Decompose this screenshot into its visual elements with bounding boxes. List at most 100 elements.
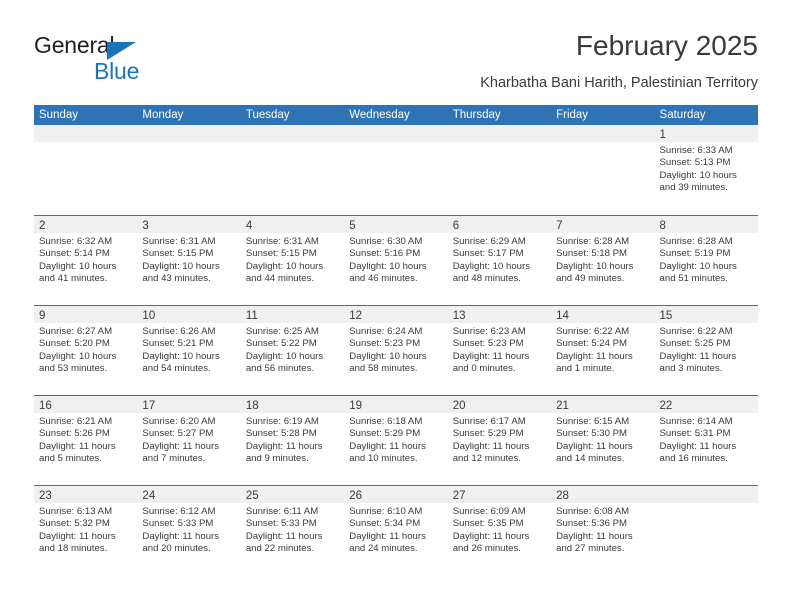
day-number-band: 24 [137, 486, 241, 503]
day-sun-info: Sunrise: 6:31 AM Sunset: 5:15 PM Daylight:… [137, 233, 240, 286]
calendar-day-cell[interactable]: 7 Sunrise: 6:28 AM Sunset: 5:18 PM Daylight… [551, 216, 655, 305]
calendar-day-cell[interactable]: 20 Sunrise: 6:17 AM Sunset: 5:29 PM Dayligh… [447, 396, 552, 485]
calendar-day-cell[interactable]: 25 Sunrise: 6:11 AM Sunset: 5:33 PM Dayligh… [240, 486, 345, 575]
logo-text-blue: Blue [94, 58, 140, 84]
page-subtitle: Kharbatha Bani Harith, Palestinian Terri… [480, 75, 758, 91]
calendar-day-cell[interactable]: 17 Sunrise: 6:20 AM Sunset: 5:27 PM Dayligh… [137, 396, 241, 485]
calendar-day-cell[interactable]: 10 Sunrise: 6:26 AM Sunset: 5:21 PM Dayligh… [137, 306, 241, 395]
calendar-day-cell[interactable]: 1 Sunrise: 6:33 AM Sunset: 5:13 PM Daylight… [654, 125, 758, 215]
sunrise-text: Sunrise: 6:22 AM [556, 326, 630, 337]
daylight-text: Daylight: 10 hours and 44 minutes. [245, 260, 324, 285]
calendar-day-cell[interactable]: 26 Sunrise: 6:10 AM Sunset: 5:34 PM Dayligh… [344, 486, 448, 575]
day-number: 13 [452, 310, 466, 322]
calendar-week-row: 16 Sunrise: 6:21 AM Sunset: 5:26 PM Dayligh… [34, 395, 758, 485]
calendar-day-cell[interactable]: 23 Sunrise: 6:13 AM Sunset: 5:32 PM Dayligh… [34, 486, 138, 575]
day-sun-info: Sunrise: 6:24 AM Sunset: 5:23 PM Daylight:… [344, 323, 447, 376]
calendar-day-cell[interactable]: 15 Sunrise: 6:22 AM Sunset: 5:25 PM Dayligh… [654, 306, 758, 395]
calendar-day-cell[interactable]: 4 Sunrise: 6:31 AM Sunset: 5:15 PM Daylight… [240, 216, 345, 305]
sunrise-text: Sunrise: 6:18 AM [349, 416, 423, 427]
day-number-band: 16 [34, 396, 138, 413]
weekday-header-wednesday: Wednesday [349, 109, 410, 121]
day-number-band: 27 [447, 486, 552, 503]
day-number-band: 22 [654, 396, 758, 413]
day-sun-info: Sunrise: 6:17 AM Sunset: 5:29 PM Daylight:… [448, 413, 551, 466]
calendar-day-cell[interactable]: 5 Sunrise: 6:30 AM Sunset: 5:16 PM Daylight… [344, 216, 448, 305]
day-sun-info: Sunrise: 6:27 AM Sunset: 5:20 PM Daylight:… [34, 323, 137, 376]
daylight-text: Daylight: 11 hours and 18 minutes. [39, 530, 116, 555]
daylight-text: Daylight: 10 hours and 43 minutes. [142, 260, 220, 285]
calendar-day-cell[interactable]: 6 Sunrise: 6:29 AM Sunset: 5:17 PM Daylight… [447, 216, 552, 305]
sunrise-text: Sunrise: 6:10 AM [349, 506, 423, 517]
sunrise-text: Sunrise: 6:28 AM [556, 236, 630, 247]
day-sun-info: Sunrise: 6:23 AM Sunset: 5:23 PM Daylight:… [448, 323, 551, 376]
sunset-text: Sunset: 5:28 PM [245, 428, 317, 440]
calendar-day-cell[interactable]: 12 Sunrise: 6:24 AM Sunset: 5:23 PM Dayligh… [344, 306, 448, 395]
calendar-day-cell[interactable]: 27 Sunrise: 6:09 AM Sunset: 5:35 PM Dayligh… [447, 486, 552, 575]
calendar-day-cell[interactable]: 21 Sunrise: 6:15 AM Sunset: 5:30 PM Dayligh… [551, 396, 655, 485]
calendar-grid: Sunday Monday Tuesday Wednesday Thursday… [34, 105, 758, 575]
daylight-text: Daylight: 11 hours and 24 minutes. [349, 530, 426, 555]
calendar-day-cell[interactable]: 19 Sunrise: 6:18 AM Sunset: 5:29 PM Dayligh… [344, 396, 448, 485]
sunrise-text: Sunrise: 6:31 AM [245, 236, 319, 247]
sunset-text: Sunset: 5:19 PM [659, 248, 731, 260]
daylight-text: Daylight: 10 hours and 54 minutes. [142, 350, 220, 375]
day-number: 8 [659, 220, 666, 232]
calendar-day-cell[interactable]: 13 Sunrise: 6:23 AM Sunset: 5:23 PM Dayligh… [447, 306, 552, 395]
calendar-day-cell[interactable]: 11 Sunrise: 6:25 AM Sunset: 5:22 PM Dayligh… [240, 306, 345, 395]
sunrise-text: Sunrise: 6:25 AM [245, 326, 319, 337]
weekday-header-sunday: Sunday [39, 109, 79, 121]
calendar-week-row: 23 Sunrise: 6:13 AM Sunset: 5:32 PM Dayligh… [34, 485, 758, 575]
daylight-text: Daylight: 11 hours and 20 minutes. [142, 530, 220, 555]
sunrise-text: Sunrise: 6:08 AM [556, 506, 630, 517]
day-number: 4 [245, 220, 253, 232]
sunrise-text: Sunrise: 6:20 AM [142, 416, 216, 427]
calendar-day-cell[interactable]: 18 Sunrise: 6:19 AM Sunset: 5:28 PM Dayligh… [240, 396, 345, 485]
day-number: 1 [659, 129, 666, 141]
sunrise-text: Sunrise: 6:11 AM [245, 506, 319, 517]
sunset-text: Sunset: 5:26 PM [39, 428, 110, 440]
calendar-day-cell[interactable]: 16 Sunrise: 6:21 AM Sunset: 5:26 PM Dayligh… [34, 396, 138, 485]
day-number-band: 12 [344, 306, 448, 323]
daylight-text: Daylight: 10 hours and 58 minutes. [349, 350, 427, 375]
day-number-band: 1 [654, 125, 758, 142]
sunrise-text: Sunrise: 6:12 AM [142, 506, 216, 517]
calendar-day-cell[interactable]: 3 Sunrise: 6:31 AM Sunset: 5:15 PM Daylight… [137, 216, 241, 305]
day-number: 14 [556, 310, 569, 322]
calendar-day-cell[interactable]: 22 Sunrise: 6:14 AM Sunset: 5:31 PM Dayligh… [654, 396, 758, 485]
calendar-day-cell[interactable]: 8 Sunrise: 6:28 AM Sunset: 5:19 PM Daylight… [654, 216, 758, 305]
day-sun-info: Sunrise: 6:21 AM Sunset: 5:26 PM Daylight:… [34, 413, 137, 466]
day-number: 9 [39, 310, 46, 322]
general-blue-logo[interactable]: General Blue [34, 32, 214, 88]
day-number-band [654, 486, 758, 503]
day-sun-info: Sunrise: 6:10 AM Sunset: 5:34 PM Daylight:… [344, 503, 447, 556]
daylight-text: Daylight: 11 hours and 16 minutes. [659, 440, 737, 465]
weekday-header-monday: Monday [142, 109, 184, 121]
sunrise-text: Sunrise: 6:13 AM [39, 506, 113, 517]
calendar-day-cell[interactable]: 14 Sunrise: 6:22 AM Sunset: 5:24 PM Dayligh… [551, 306, 655, 395]
calendar-day-cell[interactable]: 24 Sunrise: 6:12 AM Sunset: 5:33 PM Dayligh… [137, 486, 241, 575]
day-number: 2 [39, 220, 46, 232]
day-number: 20 [452, 400, 466, 412]
daylight-text: Daylight: 11 hours and 22 minutes. [245, 530, 323, 555]
weekday-header-friday: Friday [556, 109, 589, 121]
sunset-text: Sunset: 5:15 PM [245, 248, 317, 260]
calendar-day-cell[interactable]: 28 Sunrise: 6:08 AM Sunset: 5:36 PM Dayligh… [551, 486, 655, 575]
daylight-text: Daylight: 10 hours and 39 minutes. [659, 169, 737, 194]
calendar-day-cell-empty [240, 125, 345, 215]
sunrise-text: Sunrise: 6:32 AM [39, 236, 113, 247]
day-number: 5 [349, 220, 356, 232]
calendar-day-cell[interactable]: 9 Sunrise: 6:27 AM Sunset: 5:20 PM Daylight… [34, 306, 138, 395]
sunset-text: Sunset: 5:33 PM [142, 518, 214, 530]
day-number-band: 14 [551, 306, 655, 323]
day-number: 12 [349, 310, 363, 322]
day-number: 19 [349, 400, 363, 412]
calendar-day-cell[interactable]: 2 Sunrise: 6:32 AM Sunset: 5:14 PM Daylight… [34, 216, 138, 305]
calendar-day-cell-empty [344, 125, 448, 215]
day-number: 3 [142, 220, 149, 232]
calendar-week-row: 9 Sunrise: 6:27 AM Sunset: 5:20 PM Daylight… [34, 305, 758, 395]
sunset-text: Sunset: 5:34 PM [349, 518, 421, 530]
sunrise-text: Sunrise: 6:15 AM [556, 416, 630, 427]
day-number: 6 [452, 220, 460, 232]
calendar-day-cell-empty [137, 125, 241, 215]
page-header: General Blue February 2025 Kharbatha Ban… [34, 30, 758, 100]
